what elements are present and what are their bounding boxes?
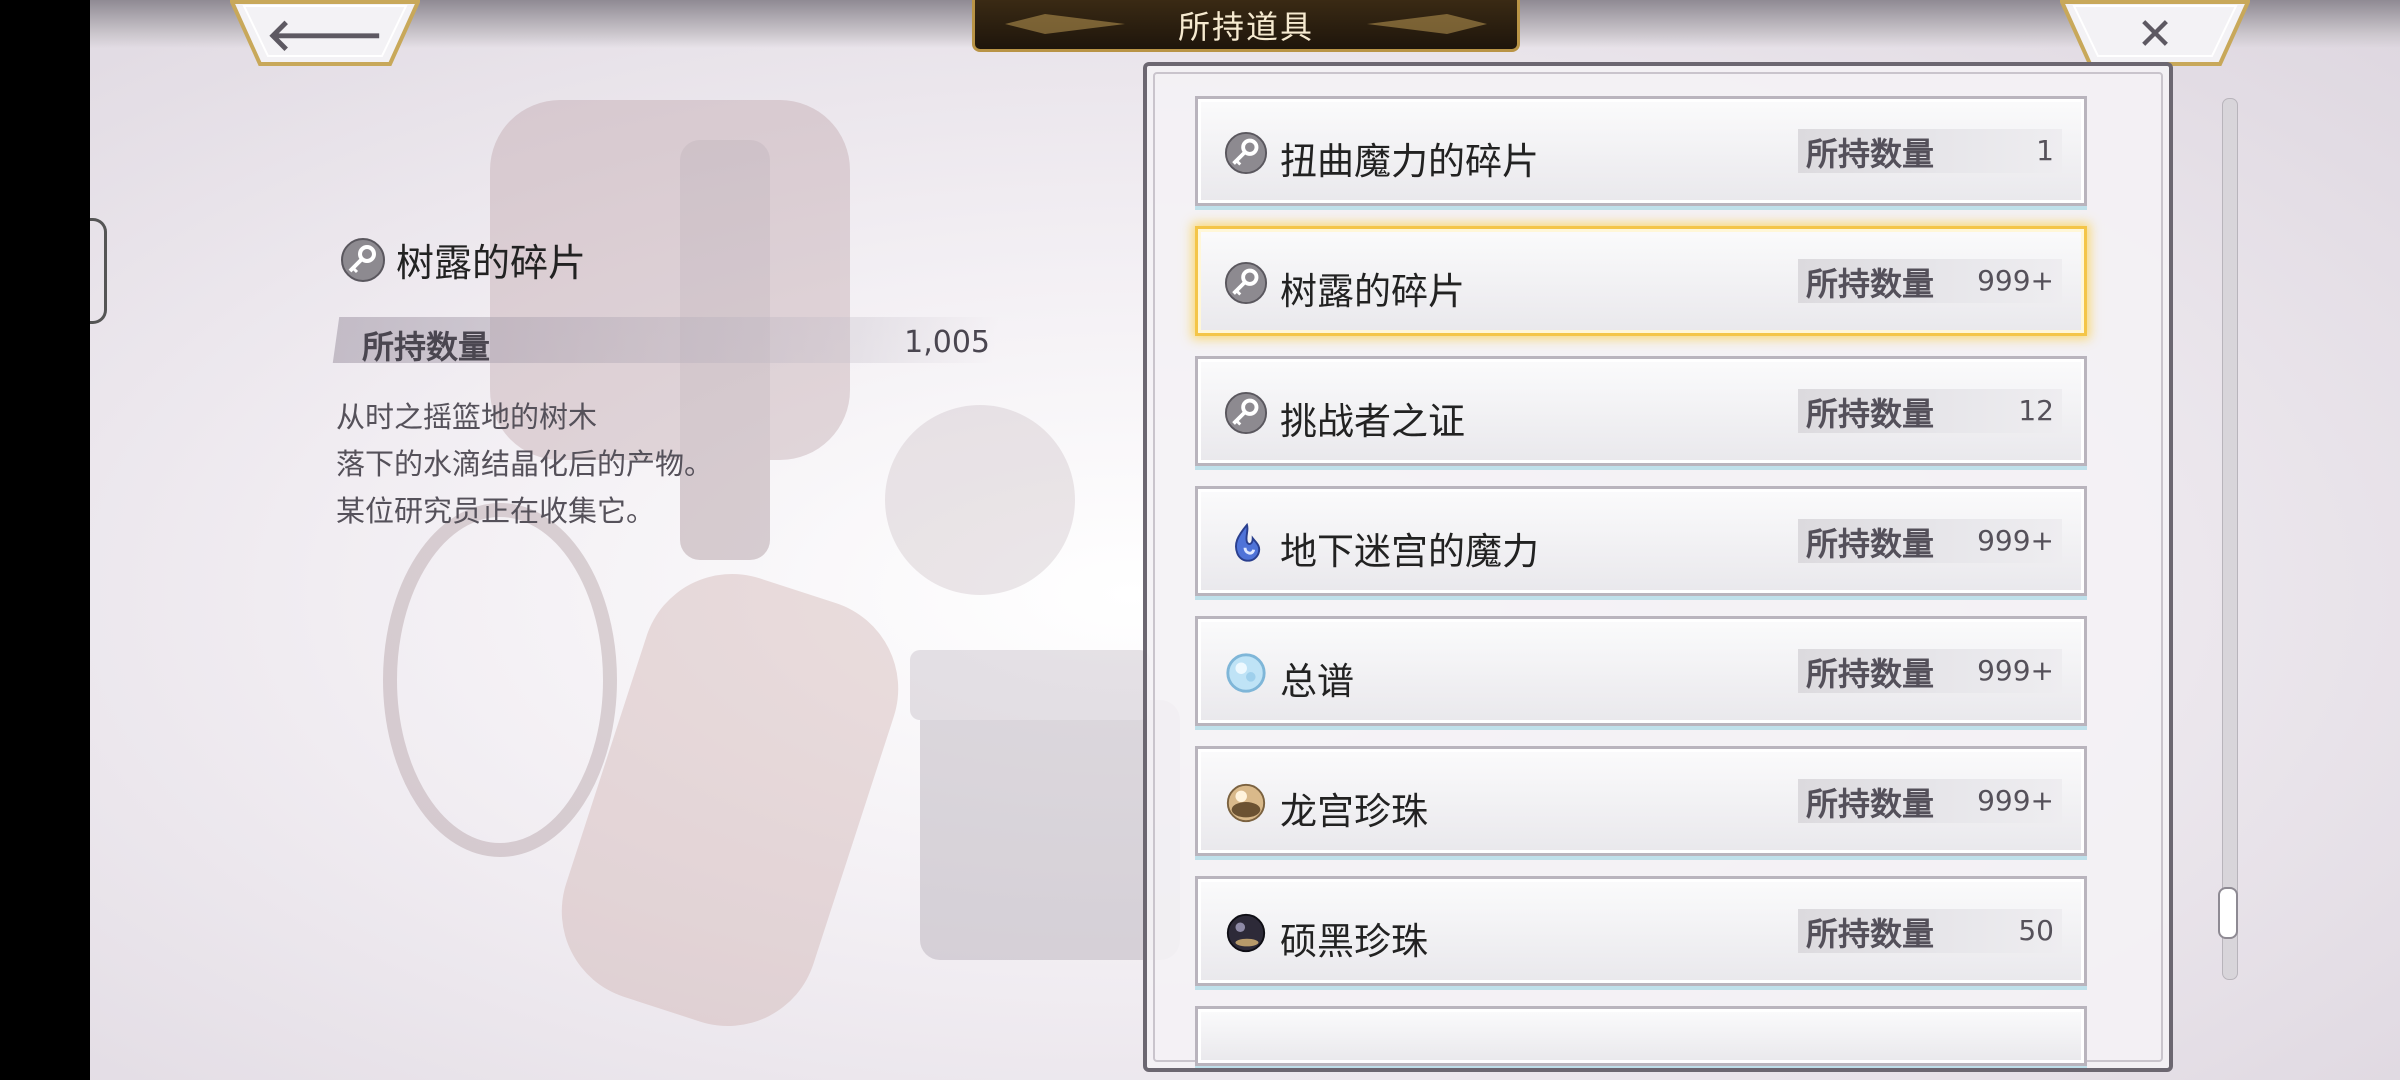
scrollbar-track[interactable] bbox=[2222, 98, 2238, 980]
page-title: 所持道具 bbox=[1177, 7, 1314, 46]
quantity-label: 所持数量 bbox=[1806, 395, 1935, 433]
quantity-label: 所持数量 bbox=[1806, 135, 1935, 173]
side-notch bbox=[90, 218, 107, 324]
list-item[interactable]: 地下迷宫的魔力 所持数量 999+ bbox=[1195, 486, 2087, 596]
ornament-left bbox=[1005, 14, 1125, 34]
list-item[interactable]: 总谱 所持数量 999+ bbox=[1195, 616, 2087, 726]
quantity-value: 12 bbox=[2018, 394, 2054, 427]
detail-item-name: 树露的碎片 bbox=[396, 241, 587, 285]
item-name: 龙宫珍珠 bbox=[1280, 790, 1428, 833]
list-item[interactable]: 硕黑珍珠 所持数量 50 bbox=[1195, 876, 2087, 986]
quantity-value: 999+ bbox=[1977, 784, 2054, 817]
item-list: 扭曲魔力的碎片 所持数量 1 树露的碎片 所持数量 999+ 挑战者之证 所持数… bbox=[1195, 96, 2087, 1068]
gold-pearl-icon bbox=[1224, 781, 1268, 825]
scrollbar-thumb[interactable] bbox=[2218, 886, 2238, 939]
detail-header: 树露的碎片 bbox=[340, 232, 586, 287]
game-screen: 🡐 ✕ 所持道具 树露的碎片 所持数量 1,005 从时之摇篮地的树木 落下的水… bbox=[90, 0, 2400, 1080]
quantity-label: 所持数量 bbox=[1806, 265, 1935, 303]
item-name: 地下迷宫的魔力 bbox=[1280, 530, 1539, 573]
arrow-left-icon: 🡐 bbox=[266, 10, 384, 61]
black-pearl-icon bbox=[1224, 911, 1268, 955]
quantity-value: 999+ bbox=[1977, 524, 2054, 557]
quantity-value: 50 bbox=[2018, 914, 2054, 947]
quantity-value: 999+ bbox=[1977, 654, 2054, 687]
close-button[interactable]: ✕ bbox=[2060, 0, 2250, 68]
quantity-label: 所持数量 bbox=[1806, 915, 1935, 953]
quantity-label: 所持数量 bbox=[1806, 655, 1935, 693]
item-name: 树露的碎片 bbox=[1280, 270, 1465, 313]
background-art bbox=[383, 100, 1180, 1026]
item-name: 硕黑珍珠 bbox=[1280, 920, 1428, 963]
blue-orb-icon bbox=[1224, 651, 1268, 695]
back-button[interactable]: 🡐 bbox=[230, 0, 420, 68]
item-name: 挑战者之证 bbox=[1280, 400, 1465, 443]
description-line: 落下的水滴结晶化后的产物。 bbox=[336, 447, 714, 481]
item-description: 从时之摇篮地的树木 落下的水滴结晶化后的产物。 某位研究员正在收集它。 bbox=[336, 394, 713, 535]
key-fragment-icon bbox=[341, 237, 385, 282]
key-fragment-icon bbox=[1224, 261, 1268, 305]
quantity-value: 999+ bbox=[1977, 264, 2054, 297]
list-item[interactable]: 树露的碎片 所持数量 999+ bbox=[1195, 226, 2087, 336]
quantity-label: 所持数量 bbox=[362, 328, 491, 366]
ornament-right bbox=[1367, 14, 1487, 34]
quantity-value: 1,005 bbox=[904, 325, 990, 360]
title-plate: 所持道具 bbox=[972, 0, 1520, 52]
quantity-label: 所持数量 bbox=[1806, 525, 1935, 563]
description-line: 从时之摇篮地的树木 bbox=[336, 400, 598, 434]
close-x-icon: ✕ bbox=[2136, 8, 2174, 60]
description-line: 某位研究员正在收集它。 bbox=[336, 494, 656, 528]
item-list-panel: 扭曲魔力的碎片 所持数量 1 树露的碎片 所持数量 999+ 挑战者之证 所持数… bbox=[1143, 62, 2173, 1072]
item-name: 总谱 bbox=[1280, 660, 1354, 703]
item-name: 扭曲魔力的碎片 bbox=[1280, 140, 1539, 183]
quantity-label: 所持数量 bbox=[1806, 785, 1935, 823]
blue-flame-icon bbox=[1224, 521, 1268, 565]
list-item[interactable] bbox=[1195, 1006, 2087, 1066]
key-fragment-icon bbox=[1224, 391, 1268, 435]
list-item[interactable]: 挑战者之证 所持数量 12 bbox=[1195, 356, 2087, 466]
quantity-value: 1 bbox=[2036, 134, 2054, 167]
list-item[interactable]: 扭曲魔力的碎片 所持数量 1 bbox=[1195, 96, 2087, 206]
key-fragment-icon bbox=[1224, 131, 1268, 175]
list-item[interactable]: 龙宫珍珠 所持数量 999+ bbox=[1195, 746, 2087, 856]
